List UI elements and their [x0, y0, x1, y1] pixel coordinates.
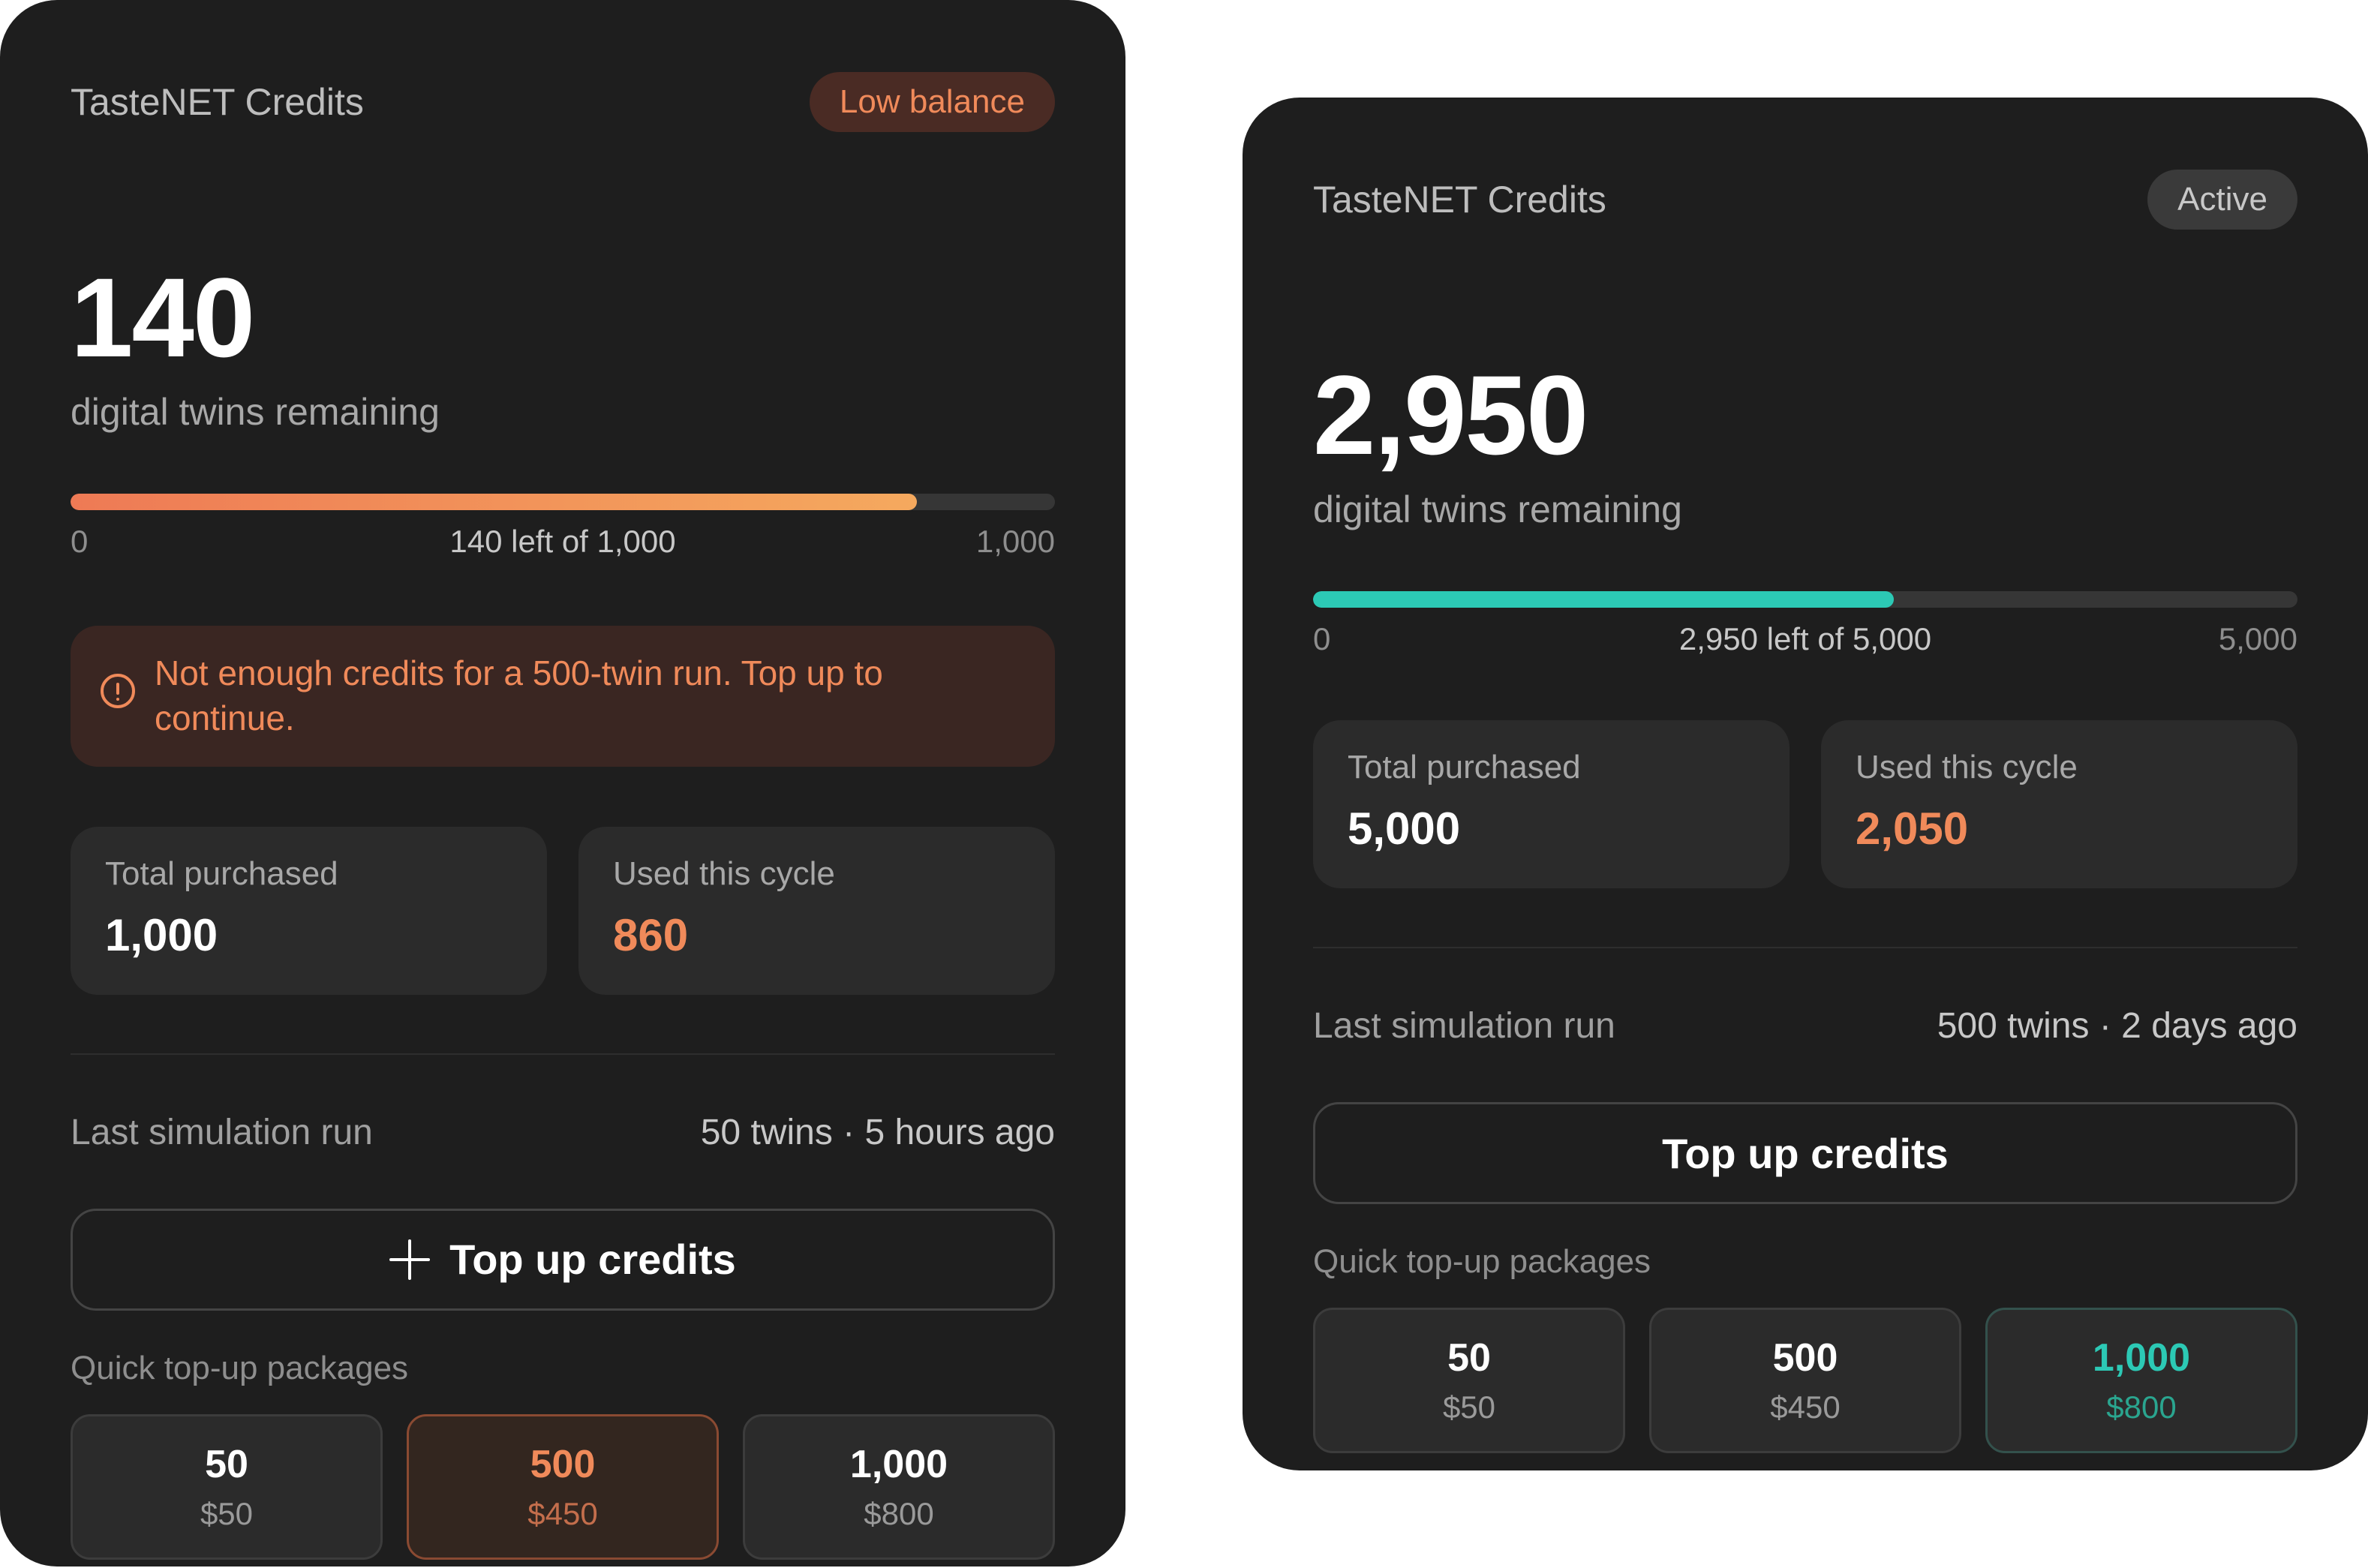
- stat-label: Total purchased: [105, 855, 338, 892]
- stat-total-purchased: Total purchased 5,000: [1313, 720, 1790, 888]
- credits-progress-bar: [1313, 591, 2297, 608]
- plus-icon: [389, 1239, 431, 1280]
- package-price: $800: [2106, 1389, 2177, 1425]
- packages-row: 50 $50 500 $450 1,000 $800: [1313, 1308, 2297, 1453]
- package-option-1000[interactable]: 1,000 $800: [1985, 1308, 2297, 1453]
- remaining-count: 2,950: [1313, 352, 1588, 478]
- packages-row: 50 $50 500 $450 1,000 $800: [71, 1413, 1055, 1560]
- stat-value: 1,000: [105, 909, 218, 960]
- package-price: $450: [1770, 1389, 1841, 1425]
- packages-label: Quick top-up packages: [1313, 1243, 1651, 1280]
- stat-total-purchased: Total purchased 1,000: [71, 826, 547, 995]
- last-run-row: Last simulation run 50 twins · 5 hours a…: [71, 1112, 1055, 1153]
- stat-label: Used this cycle: [1856, 749, 2078, 786]
- packages-label: Quick top-up packages: [71, 1349, 409, 1386]
- package-price: $50: [200, 1495, 254, 1531]
- card-header: TasteNET Credits Active: [1313, 168, 2297, 231]
- package-option-500[interactable]: 500 $450: [407, 1413, 719, 1560]
- package-option-500[interactable]: 500 $450: [1649, 1308, 1961, 1453]
- credits-progress-fill: [1313, 591, 1895, 608]
- credits-progress-bar: [71, 494, 1055, 510]
- package-amount: 1,000: [2092, 1336, 2191, 1380]
- stat-label: Total purchased: [1348, 749, 1581, 786]
- credits-card-low-balance: TasteNET Credits Low balance 140 digital…: [0, 0, 1125, 1566]
- divider: [1313, 947, 2297, 948]
- package-amount: 50: [1447, 1336, 1491, 1380]
- last-run-value: 50 twins · 5 hours ago: [700, 1112, 1055, 1152]
- package-option-1000[interactable]: 1,000 $800: [743, 1413, 1055, 1560]
- stat-label: Used this cycle: [613, 855, 835, 892]
- progress-max-label: 5,000: [2218, 621, 2297, 656]
- top-up-label: Top up credits: [449, 1236, 736, 1284]
- progress-scale: 0 2,950 left of 5,000 5,000: [1313, 621, 2297, 660]
- card-title: TasteNET Credits: [1313, 179, 1606, 221]
- remaining-count: 140: [71, 254, 255, 380]
- credits-card-active: TasteNET Credits Active 2,950 digital tw…: [1243, 98, 2368, 1470]
- alert-message: Not enough credits for a 500-twin run. T…: [155, 653, 883, 737]
- stat-value: 2,050: [1856, 804, 1969, 854]
- progress-min-label: 0: [1313, 621, 1331, 656]
- alert-circle-icon: [101, 674, 135, 708]
- status-badge: Active: [2147, 170, 2297, 230]
- last-run-label: Last simulation run: [71, 1112, 373, 1152]
- top-up-credits-button[interactable]: Top up credits: [1313, 1102, 2297, 1204]
- stat-value: 5,000: [1348, 804, 1461, 854]
- status-badge: Low balance: [809, 72, 1055, 132]
- last-run-value: 500 twins · 2 days ago: [1937, 1006, 2297, 1046]
- package-option-50[interactable]: 50 $50: [1313, 1308, 1625, 1453]
- top-up-credits-button[interactable]: Top up credits: [71, 1208, 1055, 1311]
- last-run-row: Last simulation run 500 twins · 2 days a…: [1313, 1005, 2297, 1047]
- progress-min-label: 0: [71, 524, 89, 559]
- insufficient-credits-alert: Not enough credits for a 500-twin run. T…: [71, 626, 1055, 767]
- stat-used-this-cycle: Used this cycle 860: [578, 826, 1055, 995]
- progress-scale: 0 140 left of 1,000 1,000: [71, 524, 1055, 563]
- package-option-50[interactable]: 50 $50: [71, 1413, 383, 1560]
- progress-caption: 2,950 left of 5,000: [1678, 621, 1932, 656]
- remaining-label: digital twins remaining: [1313, 488, 1682, 530]
- stats-row: Total purchased 5,000 Used this cycle 2,…: [1313, 720, 2297, 888]
- package-amount: 500: [530, 1442, 596, 1486]
- package-amount: 50: [205, 1442, 248, 1486]
- last-run-label: Last simulation run: [1313, 1006, 1615, 1046]
- card-header: TasteNET Credits Low balance: [71, 71, 1055, 134]
- package-price: $800: [864, 1495, 934, 1531]
- stats-row: Total purchased 1,000 Used this cycle 86…: [71, 826, 1055, 995]
- card-title: TasteNET Credits: [71, 81, 364, 123]
- progress-max-label: 1,000: [975, 524, 1055, 559]
- divider: [71, 1053, 1055, 1055]
- stat-value: 860: [613, 909, 689, 960]
- package-price: $50: [1442, 1389, 1496, 1425]
- progress-caption: 140 left of 1,000: [449, 524, 676, 559]
- credits-progress-fill: [71, 494, 918, 510]
- top-up-label: Top up credits: [1662, 1129, 1949, 1177]
- package-price: $450: [527, 1495, 598, 1531]
- package-amount: 1,000: [849, 1442, 948, 1486]
- package-amount: 500: [1772, 1336, 1838, 1380]
- remaining-label: digital twins remaining: [71, 391, 440, 433]
- stat-used-this-cycle: Used this cycle 2,050: [1821, 720, 2297, 888]
